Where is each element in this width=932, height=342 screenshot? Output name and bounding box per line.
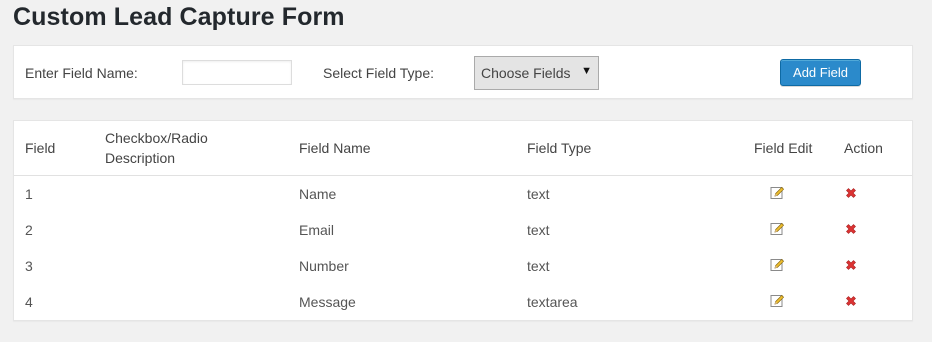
table-row: 4 Message textarea	[14, 285, 912, 321]
field-name-label: Enter Field Name:	[25, 65, 138, 81]
delete-icon[interactable]	[844, 186, 858, 200]
header-field-edit: Field Edit	[754, 140, 813, 156]
header-description-line1: Checkbox/Radio	[105, 130, 208, 146]
row-field-type: text	[527, 222, 550, 238]
row-field-number: 3	[25, 258, 33, 274]
header-description-line2: Description	[105, 150, 176, 166]
row-field-type: text	[527, 258, 550, 274]
add-field-button[interactable]: Add Field	[780, 59, 861, 86]
delete-icon[interactable]	[844, 294, 858, 308]
row-field-number: 4	[25, 294, 33, 310]
delete-icon[interactable]	[844, 258, 858, 272]
page-title: Custom Lead Capture Form	[13, 3, 345, 31]
fields-table: Field Checkbox/Radio Description Field N…	[13, 120, 913, 321]
field-type-label: Select Field Type:	[323, 65, 435, 81]
header-divider	[14, 175, 912, 176]
header-field-name: Field Name	[299, 140, 371, 156]
add-field-form: Enter Field Name: Select Field Type: Cho…	[13, 45, 913, 99]
dropdown-arrow-icon: ▼	[581, 65, 592, 77]
edit-icon[interactable]	[770, 258, 784, 272]
row-field-name: Message	[299, 294, 356, 310]
row-field-name: Name	[299, 186, 337, 202]
field-type-selected-value: Choose Fields	[481, 65, 571, 81]
header-action: Action	[844, 140, 883, 156]
row-field-name: Number	[299, 258, 349, 274]
table-row: 3 Number text	[14, 249, 912, 285]
edit-icon[interactable]	[770, 222, 784, 236]
row-field-type: text	[527, 186, 550, 202]
header-field-type: Field Type	[527, 140, 592, 156]
header-field: Field	[25, 140, 56, 156]
field-type-select[interactable]: Choose Fields ▼	[474, 56, 599, 90]
row-field-number: 1	[25, 186, 33, 202]
row-field-name: Email	[299, 222, 335, 238]
table-row: 2 Email text	[14, 213, 912, 249]
row-field-number: 2	[25, 222, 33, 238]
table-row: 1 Name text	[14, 177, 912, 213]
edit-icon[interactable]	[770, 294, 784, 308]
row-field-type: textarea	[527, 294, 578, 310]
field-name-input[interactable]	[182, 60, 292, 85]
edit-icon[interactable]	[770, 186, 784, 200]
delete-icon[interactable]	[844, 222, 858, 236]
